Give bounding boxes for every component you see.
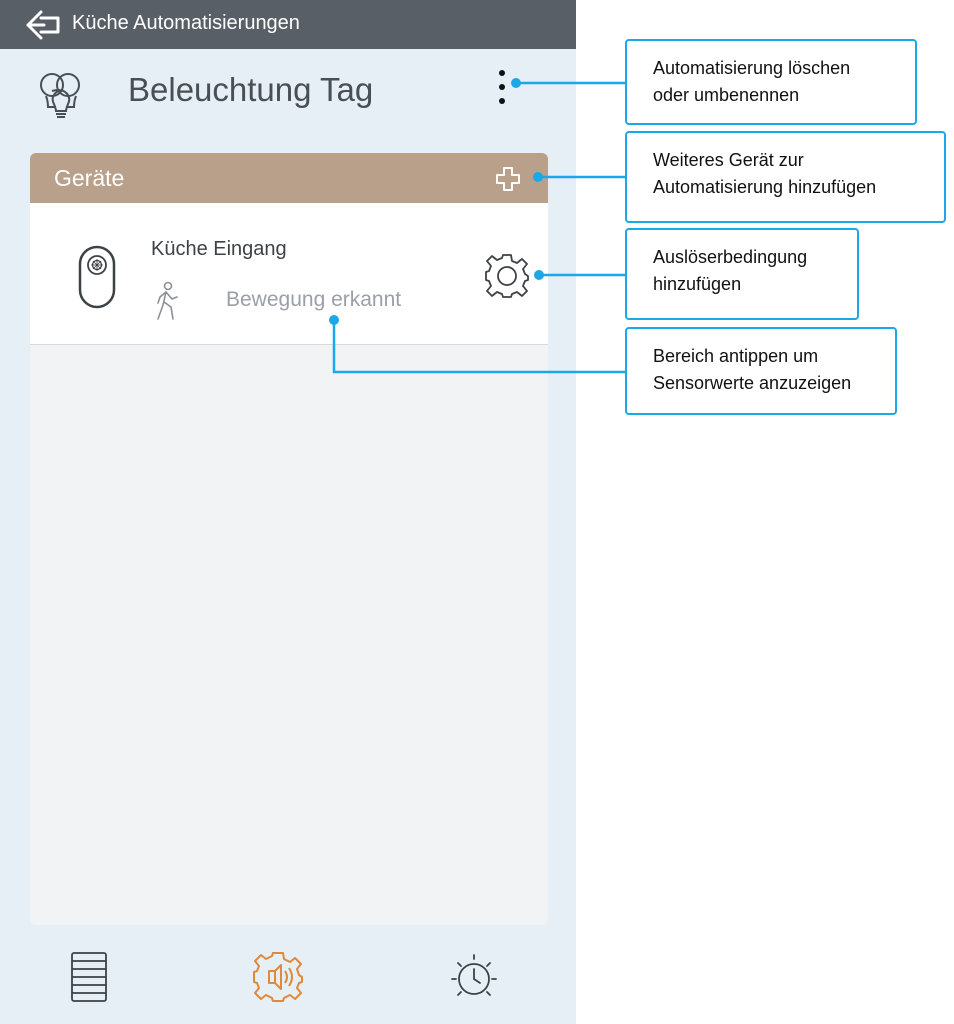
devices-panel: Geräte Küche Eingang Bewegung erkannt	[30, 153, 548, 925]
devices-section-header: Geräte	[30, 153, 548, 203]
callout-add-device: Weiteres Gerät zur Automatisierung hinzu…	[625, 131, 946, 223]
callout-trigger-condition: Auslöserbedingung hinzufügen	[625, 228, 859, 320]
callout-text-line: Auslöserbedingung	[653, 247, 808, 267]
page-title: Beleuchtung Tag	[128, 71, 374, 108]
automation-screen: Küche Automatisierungen Beleuchtung Tag …	[0, 0, 576, 1024]
callout-text-line: Automatisierung löschen	[653, 58, 851, 78]
arrow-left-icon[interactable]	[24, 8, 62, 42]
callout-text-line: hinzufügen	[653, 274, 742, 294]
gear-icon[interactable]	[484, 253, 530, 299]
list-icon[interactable]	[62, 947, 118, 1007]
callout-text-line: Bereich antippen um	[653, 346, 819, 366]
bottom-navigation	[0, 935, 576, 1024]
motion-sensor-icon	[78, 245, 116, 309]
callout-text-line: Sensorwerte anzuzeigen	[653, 373, 852, 393]
automation-header: Beleuchtung Tag	[0, 49, 576, 139]
callout-text-line: Weiteres Gerät zur	[653, 150, 804, 170]
light-bulbs-icon	[40, 73, 80, 118]
automation-gear-icon[interactable]	[250, 947, 306, 1007]
callout-menu: Automatisierung löschen oder umbenennen	[625, 39, 917, 125]
device-row[interactable]: Küche Eingang Bewegung erkannt	[30, 203, 548, 345]
device-name: Küche Eingang	[151, 238, 287, 260]
callout-text-line: oder umbenennen	[653, 85, 800, 105]
topbar-title: Küche Automatisierungen	[72, 12, 300, 34]
section-title: Geräte	[54, 165, 125, 191]
walking-person-icon	[157, 281, 178, 320]
callout-text-line: Automatisierung hinzufügen	[653, 177, 877, 197]
plus-icon[interactable]	[494, 165, 522, 193]
top-bar: Küche Automatisierungen	[0, 0, 576, 49]
sensor-value[interactable]: Bewegung erkannt	[226, 288, 401, 312]
more-vertical-icon[interactable]	[490, 67, 514, 107]
callout-sensor-values: Bereich antippen um Sensorwerte anzuzeig…	[625, 327, 897, 415]
timer-icon[interactable]	[446, 947, 502, 1007]
